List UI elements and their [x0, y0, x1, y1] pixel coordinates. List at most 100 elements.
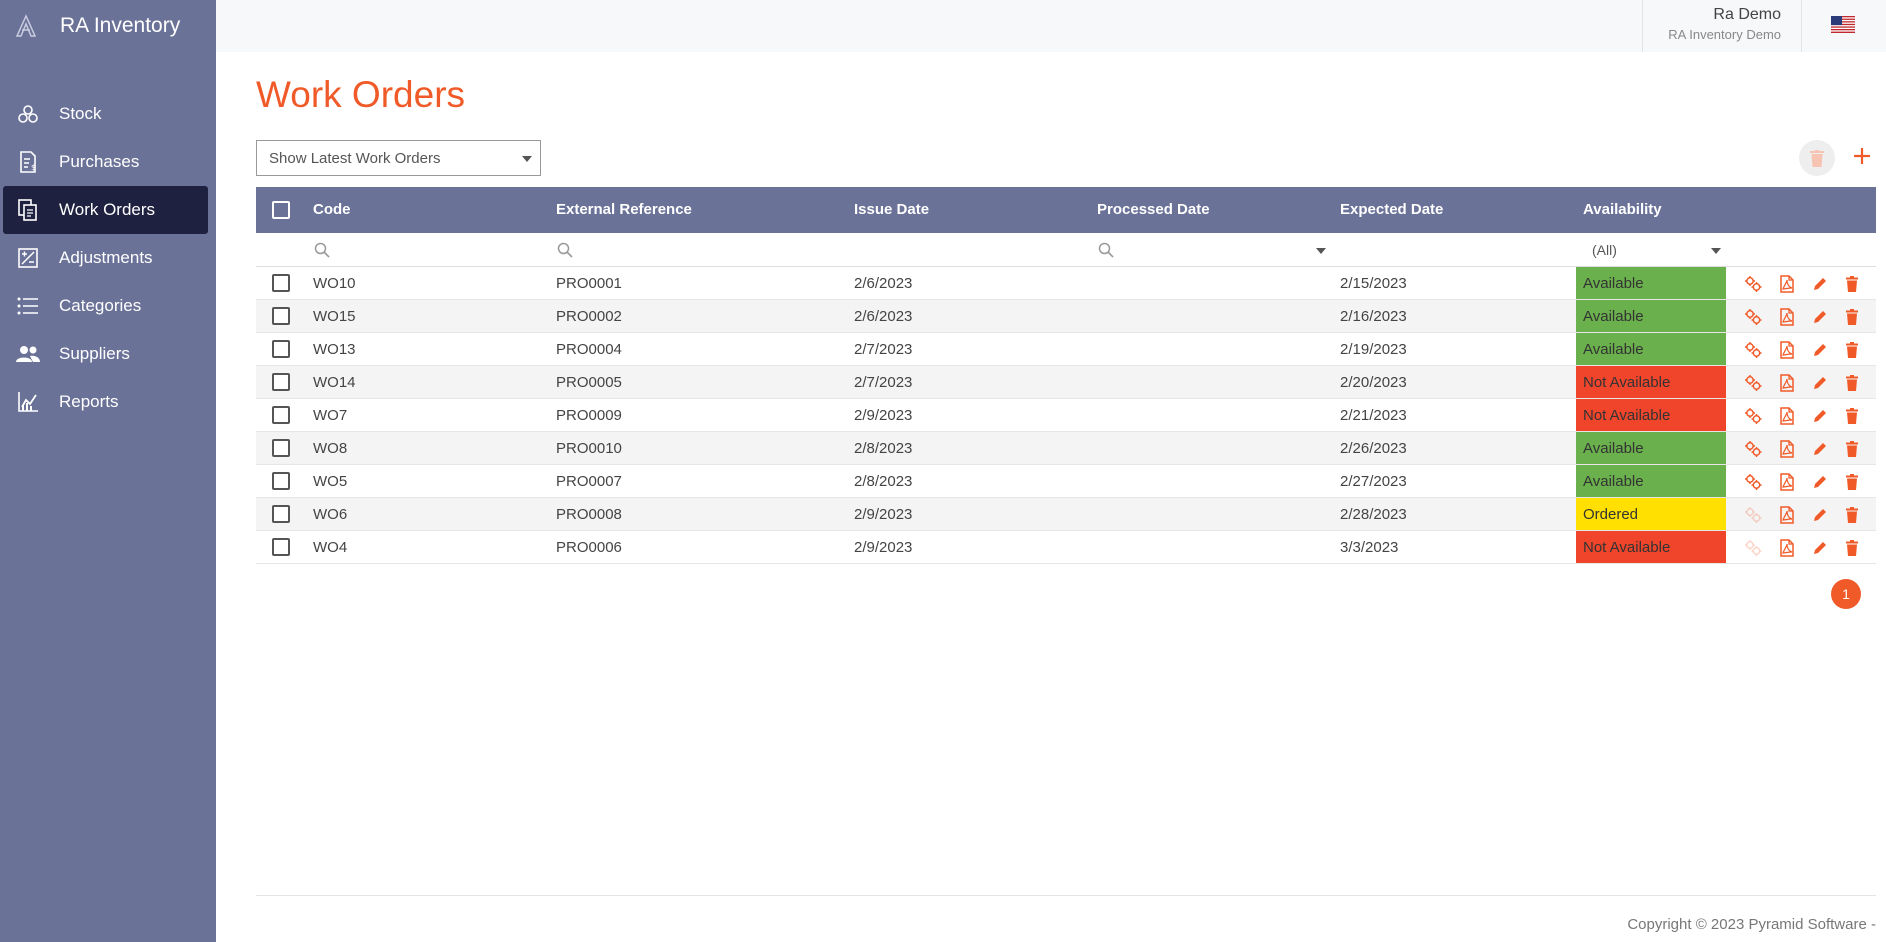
- availability-badge: Available: [1576, 300, 1726, 332]
- purchases-icon: $: [15, 150, 41, 174]
- pdf-export-icon[interactable]: [1778, 473, 1796, 491]
- edit-pencil-icon[interactable]: [1811, 308, 1829, 326]
- edit-pencil-icon[interactable]: [1811, 506, 1829, 524]
- pdf-export-icon[interactable]: [1778, 506, 1796, 524]
- edit-pencil-icon[interactable]: [1811, 440, 1829, 458]
- cell-code: WO13: [313, 341, 356, 358]
- table-row[interactable]: WO7 PRO0009 2/9/2023 2/21/2023 Not Available: [256, 399, 1876, 432]
- pagination-page-button[interactable]: 1: [1831, 579, 1861, 609]
- external-reference-filter-search-icon[interactable]: [557, 242, 573, 258]
- cell-expected-date: 2/20/2023: [1340, 374, 1407, 391]
- pdf-export-icon[interactable]: [1778, 407, 1796, 425]
- row-checkbox[interactable]: [272, 373, 290, 391]
- chevron-down-icon: [522, 156, 532, 162]
- cell-external-reference: PRO0005: [556, 374, 622, 391]
- delete-trash-icon[interactable]: [1843, 374, 1861, 392]
- edit-pencil-icon[interactable]: [1811, 407, 1829, 425]
- edit-pencil-icon[interactable]: [1811, 539, 1829, 557]
- sidebar-item-purchases[interactable]: $ Purchases: [3, 138, 208, 186]
- row-checkbox[interactable]: [272, 307, 290, 325]
- grid-body: WO10 PRO0001 2/6/2023 2/15/2023 Available WO1…: [256, 267, 1876, 564]
- column-header-processed-date[interactable]: Processed Date: [1097, 201, 1210, 218]
- process-work-order-gear-icon[interactable]: [1744, 539, 1762, 557]
- work-orders-filter-select[interactable]: Show Latest Work Orders: [256, 140, 541, 176]
- user-menu[interactable]: Ra Demo RA Inventory Demo: [1642, 0, 1802, 52]
- stock-icon: [15, 102, 41, 126]
- process-work-order-gear-icon[interactable]: [1744, 308, 1762, 326]
- cell-external-reference: PRO0008: [556, 506, 622, 523]
- row-checkbox[interactable]: [272, 472, 290, 490]
- pdf-export-icon[interactable]: [1778, 440, 1796, 458]
- sidebar-item-work-orders[interactable]: Work Orders: [3, 186, 208, 234]
- edit-pencil-icon[interactable]: [1811, 473, 1829, 491]
- delete-trash-icon[interactable]: [1843, 539, 1861, 557]
- process-work-order-gear-icon[interactable]: [1744, 341, 1762, 359]
- sidebar-item-suppliers[interactable]: Suppliers: [3, 330, 208, 378]
- table-row[interactable]: WO5 PRO0007 2/8/2023 2/27/2023 Available: [256, 465, 1876, 498]
- delete-trash-icon[interactable]: [1843, 440, 1861, 458]
- column-header-external-reference[interactable]: External Reference: [556, 201, 692, 218]
- row-checkbox[interactable]: [272, 505, 290, 523]
- sidebar-item-stock[interactable]: Stock: [3, 90, 208, 138]
- delete-trash-icon[interactable]: [1843, 308, 1861, 326]
- pdf-export-icon[interactable]: [1778, 374, 1796, 392]
- table-row[interactable]: WO6 PRO0008 2/9/2023 2/28/2023 Ordered: [256, 498, 1876, 531]
- delete-trash-icon[interactable]: [1843, 341, 1861, 359]
- brand[interactable]: RA Inventory: [0, 0, 216, 52]
- table-row[interactable]: WO4 PRO0006 2/9/2023 3/3/2023 Not Available: [256, 531, 1876, 564]
- edit-pencil-icon[interactable]: [1811, 374, 1829, 392]
- column-header-expected-date[interactable]: Expected Date: [1340, 201, 1443, 218]
- edit-pencil-icon[interactable]: [1811, 341, 1829, 359]
- add-work-order-button[interactable]: [1850, 144, 1874, 168]
- row-checkbox[interactable]: [272, 406, 290, 424]
- processed-date-filter-search-icon[interactable]: [1098, 242, 1114, 258]
- process-work-order-gear-icon[interactable]: [1744, 506, 1762, 524]
- pdf-export-icon[interactable]: [1778, 539, 1796, 557]
- process-work-order-gear-icon[interactable]: [1744, 473, 1762, 491]
- delete-trash-icon[interactable]: [1843, 506, 1861, 524]
- sidebar-item-adjustments[interactable]: Adjustments: [3, 234, 208, 282]
- row-checkbox[interactable]: [272, 538, 290, 556]
- column-header-issue-date[interactable]: Issue Date: [854, 201, 929, 218]
- sidebar-item-reports[interactable]: Reports: [3, 378, 208, 426]
- process-work-order-gear-icon[interactable]: [1744, 407, 1762, 425]
- delete-selected-button[interactable]: [1799, 140, 1835, 176]
- code-filter-search-icon[interactable]: [314, 242, 330, 258]
- row-checkbox[interactable]: [272, 274, 290, 292]
- cell-issue-date: 2/8/2023: [854, 473, 913, 490]
- pdf-export-icon[interactable]: [1778, 275, 1796, 293]
- availability-filter-dropdown-icon[interactable]: [1711, 248, 1721, 254]
- sidebar-item-label: Categories: [59, 296, 142, 315]
- cell-code: WO8: [313, 440, 348, 457]
- sidebar-item-label: Suppliers: [59, 344, 130, 363]
- edit-pencil-icon[interactable]: [1811, 275, 1829, 293]
- cell-code: WO4: [313, 539, 348, 556]
- delete-trash-icon[interactable]: [1843, 407, 1861, 425]
- process-work-order-gear-icon[interactable]: [1744, 275, 1762, 293]
- table-row[interactable]: WO10 PRO0001 2/6/2023 2/15/2023 Available: [256, 267, 1876, 300]
- table-row[interactable]: WO13 PRO0004 2/7/2023 2/19/2023 Available: [256, 333, 1876, 366]
- sidebar-item-label: Adjustments: [59, 248, 153, 267]
- sidebar-item-categories[interactable]: Categories: [3, 282, 208, 330]
- us-flag-icon[interactable]: [1831, 16, 1855, 33]
- pdf-export-icon[interactable]: [1778, 308, 1796, 326]
- table-row[interactable]: WO15 PRO0002 2/6/2023 2/16/2023 Available: [256, 300, 1876, 333]
- delete-trash-icon[interactable]: [1843, 473, 1861, 491]
- availability-badge: Available: [1576, 432, 1726, 464]
- column-header-availability[interactable]: Availability: [1583, 201, 1662, 218]
- delete-trash-icon[interactable]: [1843, 275, 1861, 293]
- table-row[interactable]: WO8 PRO0010 2/8/2023 2/26/2023 Available: [256, 432, 1876, 465]
- availability-filter-value[interactable]: (All): [1592, 242, 1617, 258]
- sidebar-item-label: Work Orders: [59, 200, 156, 219]
- pdf-export-icon[interactable]: [1778, 341, 1796, 359]
- select-all-checkbox[interactable]: [272, 201, 290, 219]
- processed-date-filter-dropdown-icon[interactable]: [1316, 248, 1326, 254]
- cell-expected-date: 2/26/2023: [1340, 440, 1407, 457]
- process-work-order-gear-icon[interactable]: [1744, 374, 1762, 392]
- column-header-code[interactable]: Code: [313, 201, 351, 218]
- row-checkbox[interactable]: [272, 340, 290, 358]
- table-row[interactable]: WO14 PRO0005 2/7/2023 2/20/2023 Not Availabl…: [256, 366, 1876, 399]
- row-checkbox[interactable]: [272, 439, 290, 457]
- process-work-order-gear-icon[interactable]: [1744, 440, 1762, 458]
- cell-issue-date: 2/6/2023: [854, 308, 913, 325]
